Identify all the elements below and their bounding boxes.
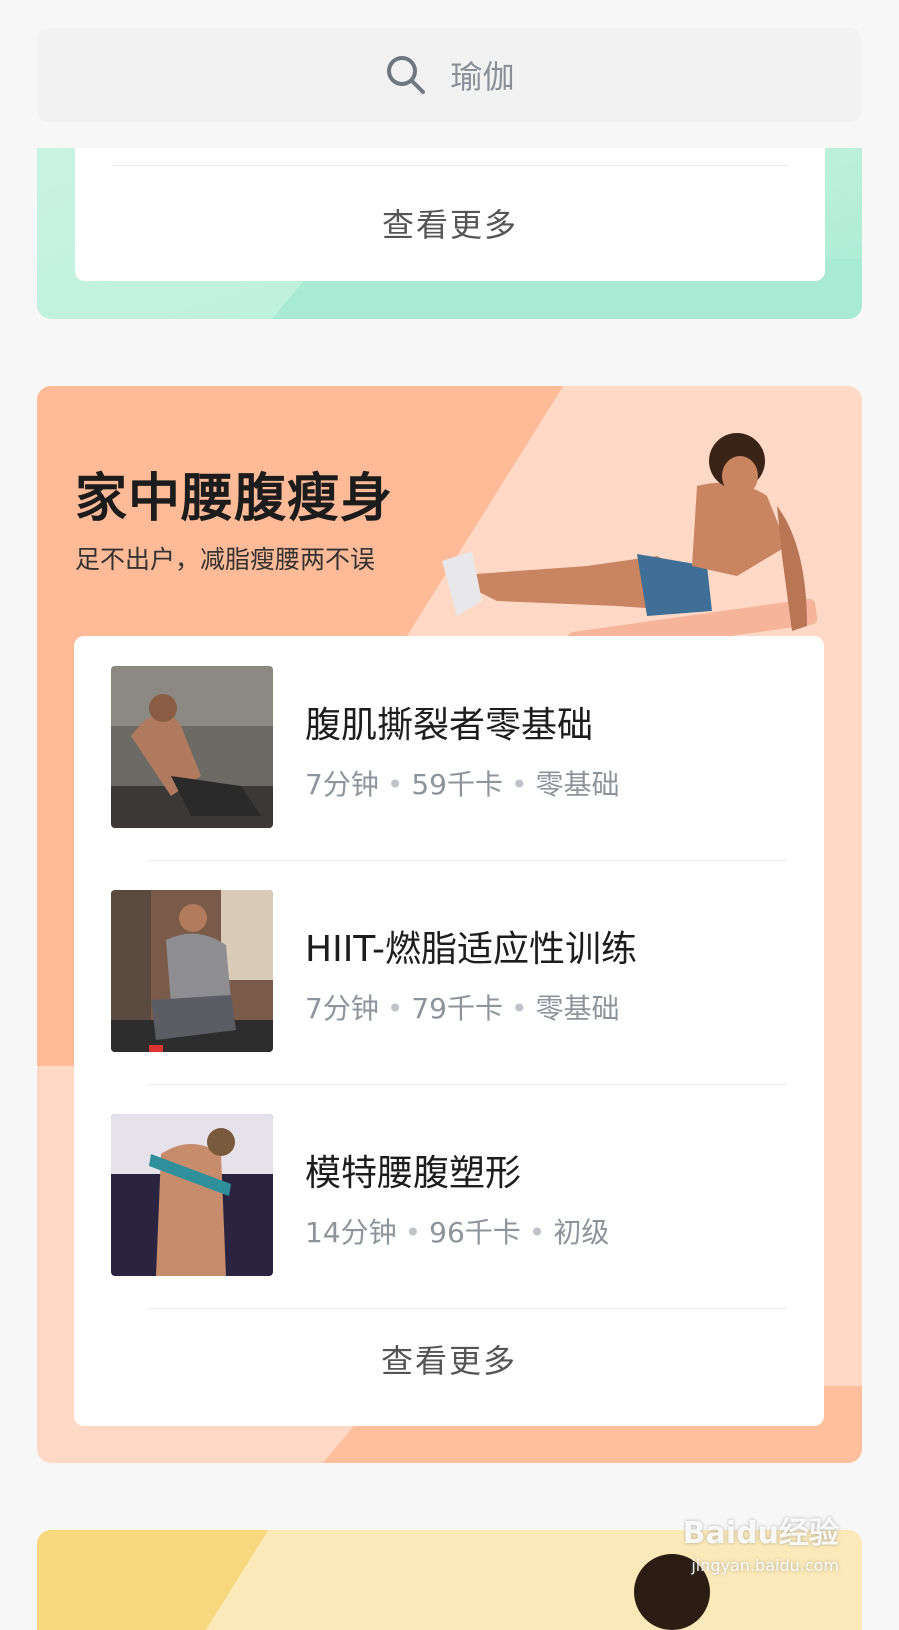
search-placeholder: 瑜伽 bbox=[450, 58, 515, 96]
list-item[interactable]: 模特腰腹塑形 14分钟 • 96千卡 • 初级 bbox=[111, 1114, 791, 1276]
search-bar[interactable]: 瑜伽 bbox=[37, 28, 862, 122]
workout-thumbnail bbox=[111, 890, 273, 1052]
hero-athlete-image bbox=[442, 433, 818, 656]
workout-duration: 7分钟 bbox=[305, 992, 379, 1025]
workout-level: 初级 bbox=[553, 1216, 610, 1249]
see-more-button[interactable]: 查看更多 bbox=[74, 1336, 824, 1382]
divider bbox=[148, 1308, 786, 1309]
workout-calories: 79千卡 bbox=[411, 992, 503, 1025]
divider bbox=[148, 860, 786, 861]
section-title: 家中腰腹瘦身 bbox=[75, 469, 394, 529]
previous-section-list: 查看更多 bbox=[75, 148, 825, 281]
workout-title: 腹肌撕裂者零基础 bbox=[305, 705, 594, 746]
separator-dot: • bbox=[386, 768, 404, 801]
workout-meta: 14分钟 • 96千卡 • 初级 bbox=[305, 1211, 609, 1251]
previous-section-card: 查看更多 bbox=[37, 148, 862, 319]
separator-dot: • bbox=[528, 1216, 546, 1249]
separator-dot: • bbox=[510, 768, 528, 801]
workout-title: 模特腰腹塑形 bbox=[305, 1153, 522, 1194]
see-more-button[interactable]: 查看更多 bbox=[75, 200, 825, 246]
search-icon bbox=[384, 53, 428, 97]
list-item[interactable]: 腹肌撕裂者零基础 7分钟 • 59千卡 • 零基础 bbox=[111, 666, 791, 828]
workout-meta: 7分钟 • 59千卡 • 零基础 bbox=[305, 763, 620, 803]
workout-level: 零基础 bbox=[535, 768, 620, 801]
divider bbox=[148, 1084, 786, 1085]
waist-slimming-section: 家中腰腹瘦身 足不出户，减脂瘦腰两不误 腹肌撕裂者零基础 7分钟 • 59千卡 … bbox=[37, 386, 862, 1463]
workout-calories: 59千卡 bbox=[411, 768, 503, 801]
workout-duration: 14分钟 bbox=[305, 1216, 397, 1249]
list-item[interactable]: HIIT-燃脂适应性训练 7分钟 • 79千卡 • 零基础 bbox=[111, 890, 791, 1052]
separator-dot: • bbox=[510, 992, 528, 1025]
separator-dot: • bbox=[386, 992, 404, 1025]
workout-thumbnail bbox=[111, 666, 273, 828]
workout-calories: 96千卡 bbox=[429, 1216, 521, 1249]
workout-list: 腹肌撕裂者零基础 7分钟 • 59千卡 • 零基础 HIIT-燃脂适应性训练 7… bbox=[74, 636, 824, 1426]
watermark-url: jingyan.baidu.com bbox=[691, 1556, 839, 1575]
watermark-logo: Baidu经验 bbox=[682, 1516, 839, 1551]
divider bbox=[111, 165, 789, 166]
workout-meta: 7分钟 • 79千卡 • 零基础 bbox=[305, 987, 620, 1027]
separator-dot: • bbox=[404, 1216, 422, 1249]
workout-duration: 7分钟 bbox=[305, 768, 379, 801]
workout-title: HIIT-燃脂适应性训练 bbox=[305, 929, 637, 970]
workout-thumbnail bbox=[111, 1114, 273, 1276]
workout-level: 零基础 bbox=[535, 992, 620, 1025]
section-subtitle: 足不出户，减脂瘦腰两不误 bbox=[75, 545, 376, 574]
